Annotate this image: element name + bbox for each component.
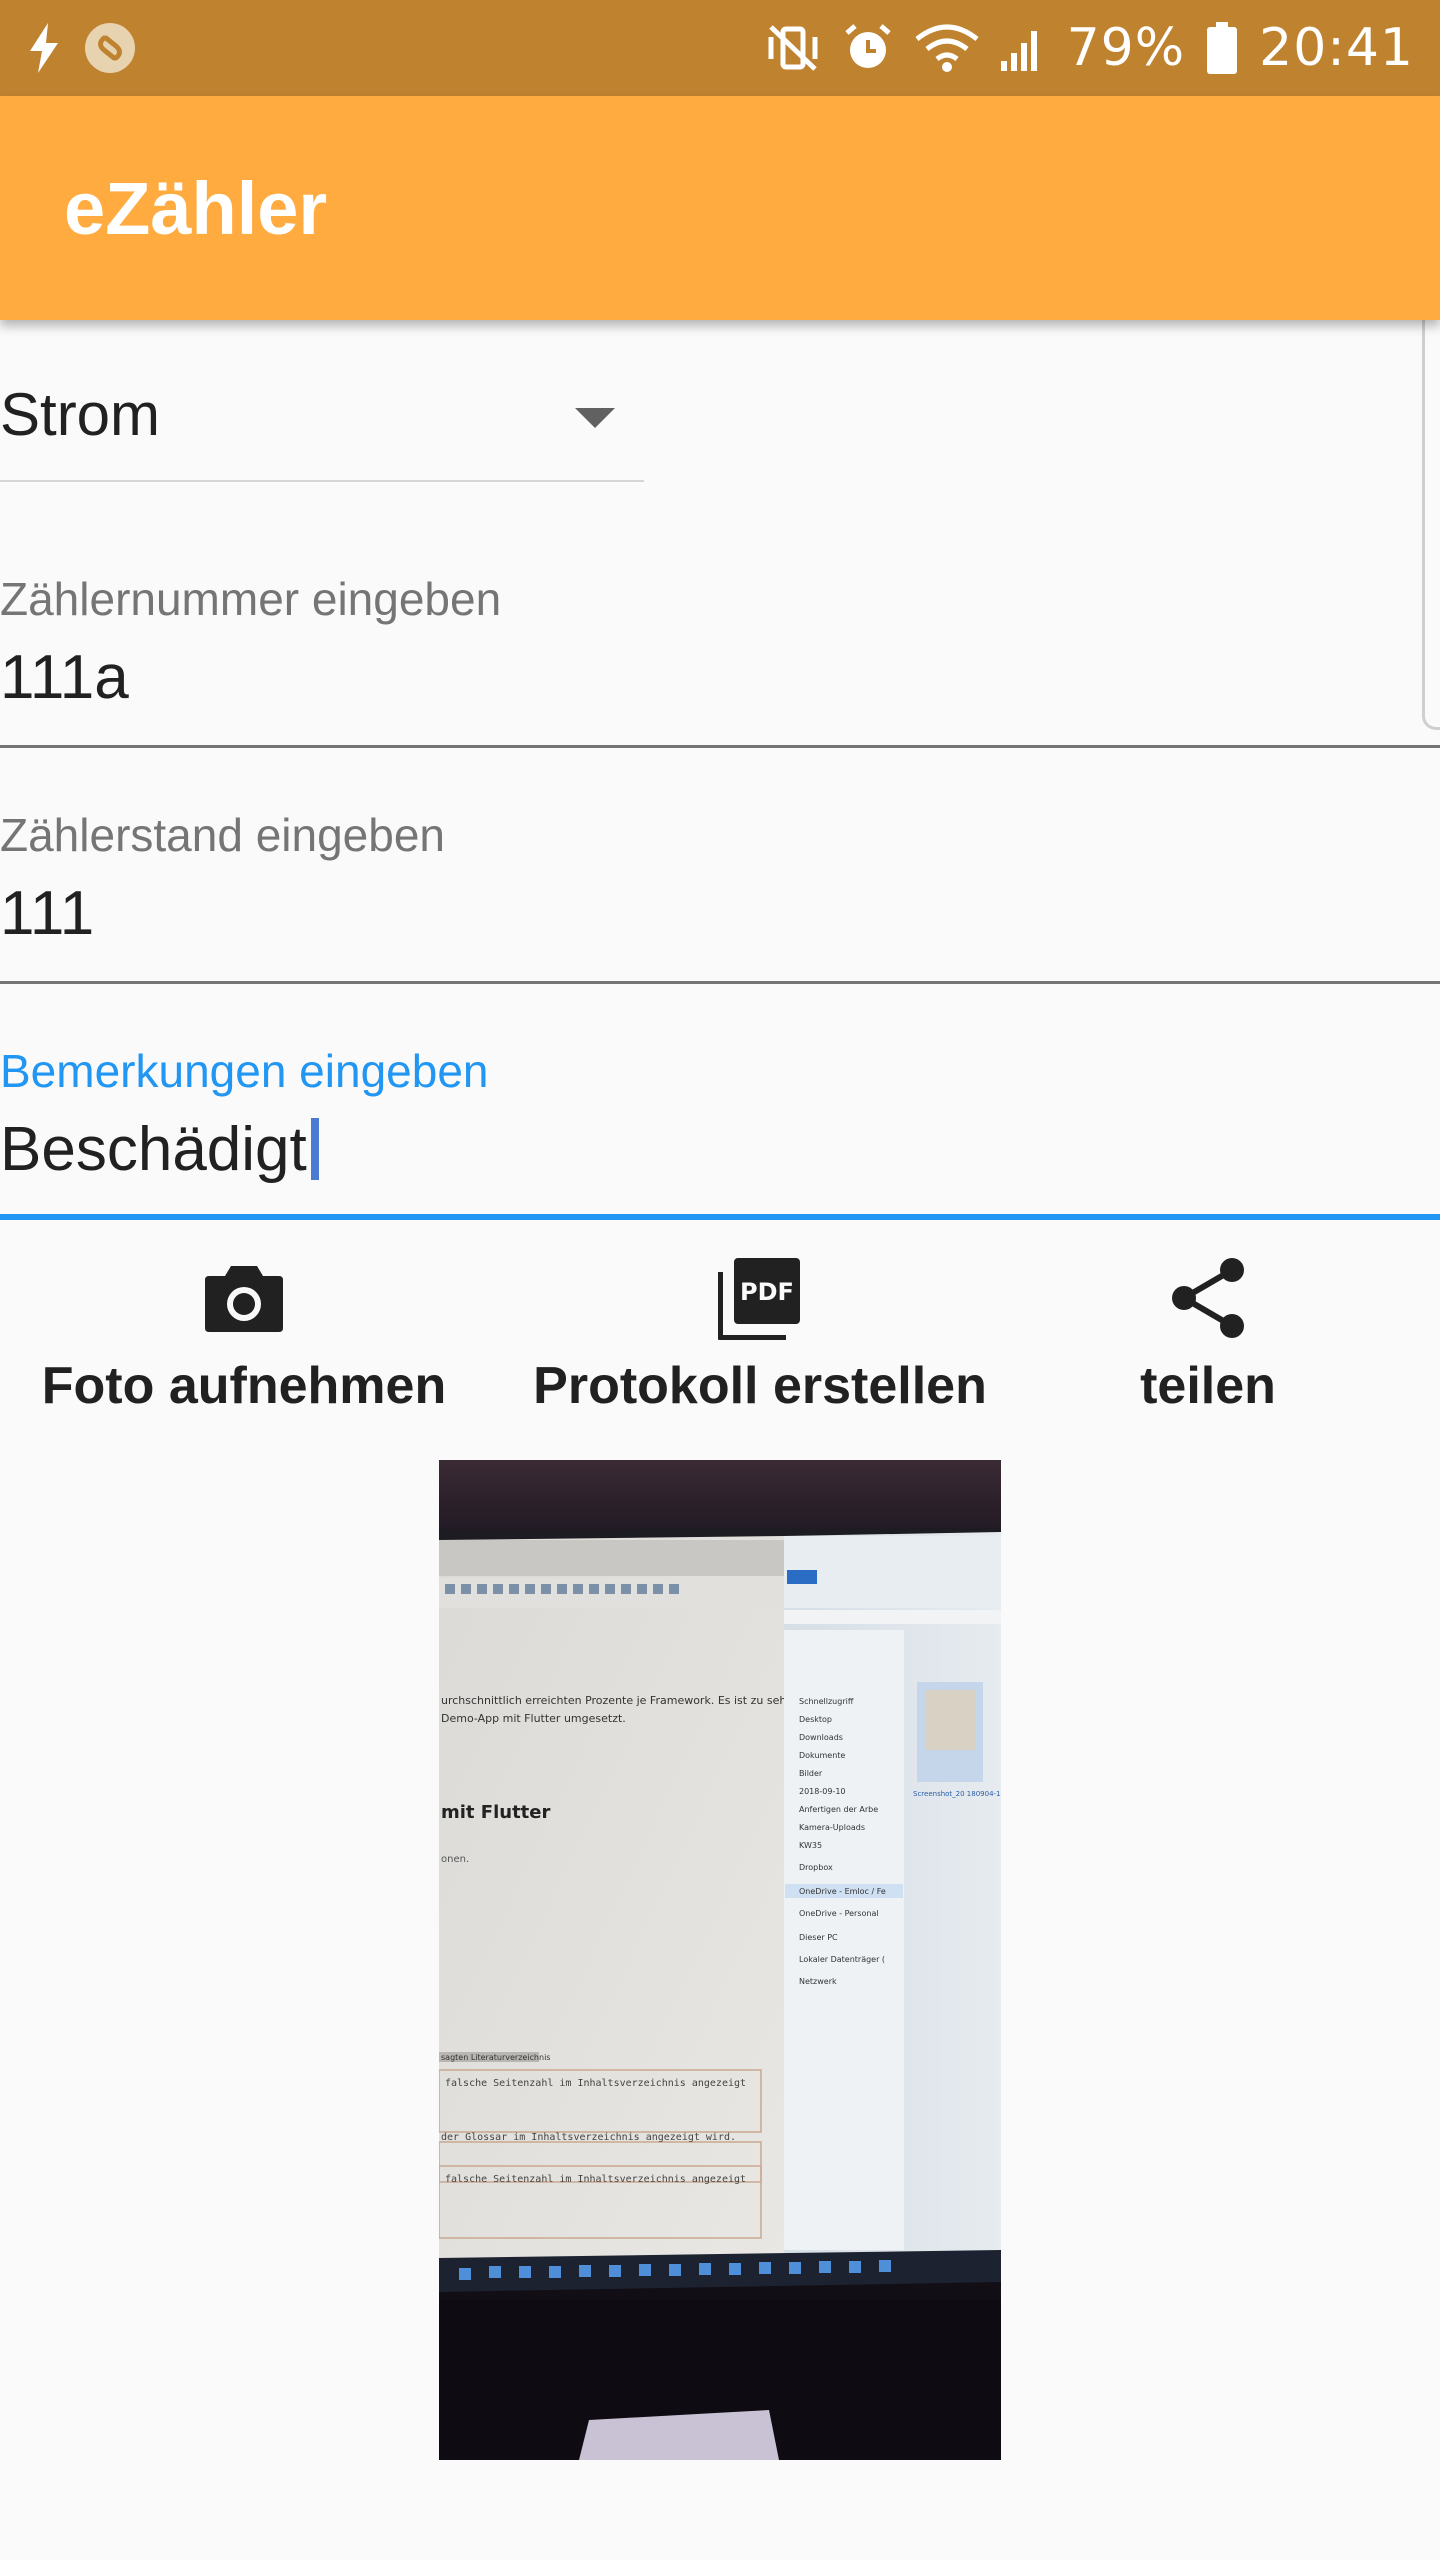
svg-text:Anfertigen der Arbe: Anfertigen der Arbe: [799, 1805, 878, 1814]
dropdown-arrow-icon: [575, 408, 615, 428]
svg-text:Dieser PC: Dieser PC: [799, 1933, 838, 1942]
app-title: eZähler: [64, 167, 328, 250]
take-photo-button[interactable]: Foto aufnehmen: [40, 1250, 448, 1430]
meter-type-dropdown[interactable]: Strom: [0, 360, 644, 482]
svg-text:urchschnittlich erreichten Pro: urchschnittlich erreichten Prozente je F…: [441, 1694, 804, 1707]
svg-text:2018-09-10: 2018-09-10: [799, 1787, 846, 1796]
create-protocol-label: Protokoll erstellen: [533, 1357, 987, 1415]
svg-text:OneDrive - Emloc / Fe: OneDrive - Emloc / Fe: [799, 1887, 886, 1896]
svg-text:Bilder: Bilder: [799, 1769, 823, 1778]
svg-text:Dropbox: Dropbox: [799, 1863, 833, 1872]
meter-reading-value: 111: [0, 879, 95, 948]
svg-text:Lokaler Datenträger (: Lokaler Datenträger (: [799, 1955, 885, 1964]
remarks-label: Bemerkungen eingeben: [0, 1045, 489, 1097]
action-bar: Foto aufnehmen PDF Protokoll erstellen t…: [0, 1250, 1440, 1430]
camera-icon: [203, 1250, 285, 1346]
svg-text:Dokumente: Dokumente: [799, 1751, 845, 1760]
meter-reading-label: Zählerstand eingeben: [0, 809, 445, 861]
meter-number-value: 111a: [0, 643, 129, 712]
captured-photo: urchschnittlich erreichten Prozente je F…: [439, 1460, 1001, 2460]
svg-text:Screenshot_20 180904-182449: Screenshot_20 180904-182449: [913, 1790, 1001, 1798]
svg-text:Netzwerk: Netzwerk: [799, 1977, 837, 1986]
wifi-icon: [915, 23, 979, 73]
pdf-icon: PDF: [718, 1250, 802, 1346]
svg-text:mit Flutter: mit Flutter: [441, 1802, 550, 1823]
take-photo-label: Foto aufnehmen: [41, 1357, 447, 1415]
meter-reading-field[interactable]: Zählerstand eingeben 111: [0, 760, 1440, 984]
alarm-icon: [843, 23, 893, 73]
svg-text:KW35: KW35: [799, 1841, 822, 1850]
create-protocol-button[interactable]: PDF Protokoll erstellen: [520, 1250, 1000, 1430]
svg-text:onen.: onen.: [441, 1854, 469, 1865]
app-bar: eZähler: [0, 96, 1440, 320]
meter-number-field[interactable]: Zählernummer eingeben 111a: [0, 524, 1440, 748]
share-icon: [1170, 1250, 1246, 1346]
shazam-icon: [84, 22, 136, 74]
svg-text:Downloads: Downloads: [799, 1733, 843, 1742]
svg-text:Demo-App mit Flutter umgesetzt: Demo-App mit Flutter umgesetzt.: [441, 1712, 626, 1725]
svg-text:Kamera-Uploads: Kamera-Uploads: [799, 1823, 865, 1832]
svg-text:der Glossar im Inhaltsverzeich: der Glossar im Inhaltsverzeichnis angeze…: [441, 2132, 736, 2143]
svg-text:Desktop: Desktop: [799, 1715, 832, 1724]
signal-icon: [1000, 23, 1045, 73]
svg-text:falsche Seitenzahl im Inhaltsv: falsche Seitenzahl im Inhaltsverzeichnis…: [445, 2078, 746, 2089]
clock: 20:41: [1259, 18, 1414, 78]
share-label: teilen: [1140, 1357, 1276, 1415]
battery-percent: 79%: [1066, 18, 1186, 78]
meter-number-label: Zählernummer eingeben: [0, 573, 502, 625]
text-cursor: [310, 1118, 319, 1180]
remarks-field[interactable]: Bemerkungen eingeben Beschädigt: [0, 996, 1440, 1220]
svg-text:sagten Literaturverzeichnis: sagten Literaturverzeichnis: [441, 2053, 550, 2062]
battery-icon: [1207, 22, 1238, 74]
photo-image: urchschnittlich erreichten Prozente je F…: [439, 1460, 1001, 2460]
svg-text:OneDrive - Personal: OneDrive - Personal: [799, 1909, 879, 1918]
share-button[interactable]: teilen: [1108, 1250, 1308, 1430]
remarks-value-wrap: Beschädigt: [0, 1114, 319, 1185]
svg-text:PDF: PDF: [740, 1278, 794, 1306]
svg-text:falsche Seitenzahl im Inhaltsv: falsche Seitenzahl im Inhaltsverzeichnis…: [445, 2174, 746, 2185]
charging-icon: [26, 23, 62, 73]
remarks-value: Beschädigt: [0, 1115, 307, 1184]
svg-text:Schnellzugriff: Schnellzugriff: [799, 1697, 854, 1706]
vibrate-mute-icon: [765, 23, 821, 73]
status-bar: 79% 20:41: [0, 0, 1440, 96]
meter-type-value: Strom: [0, 381, 161, 448]
